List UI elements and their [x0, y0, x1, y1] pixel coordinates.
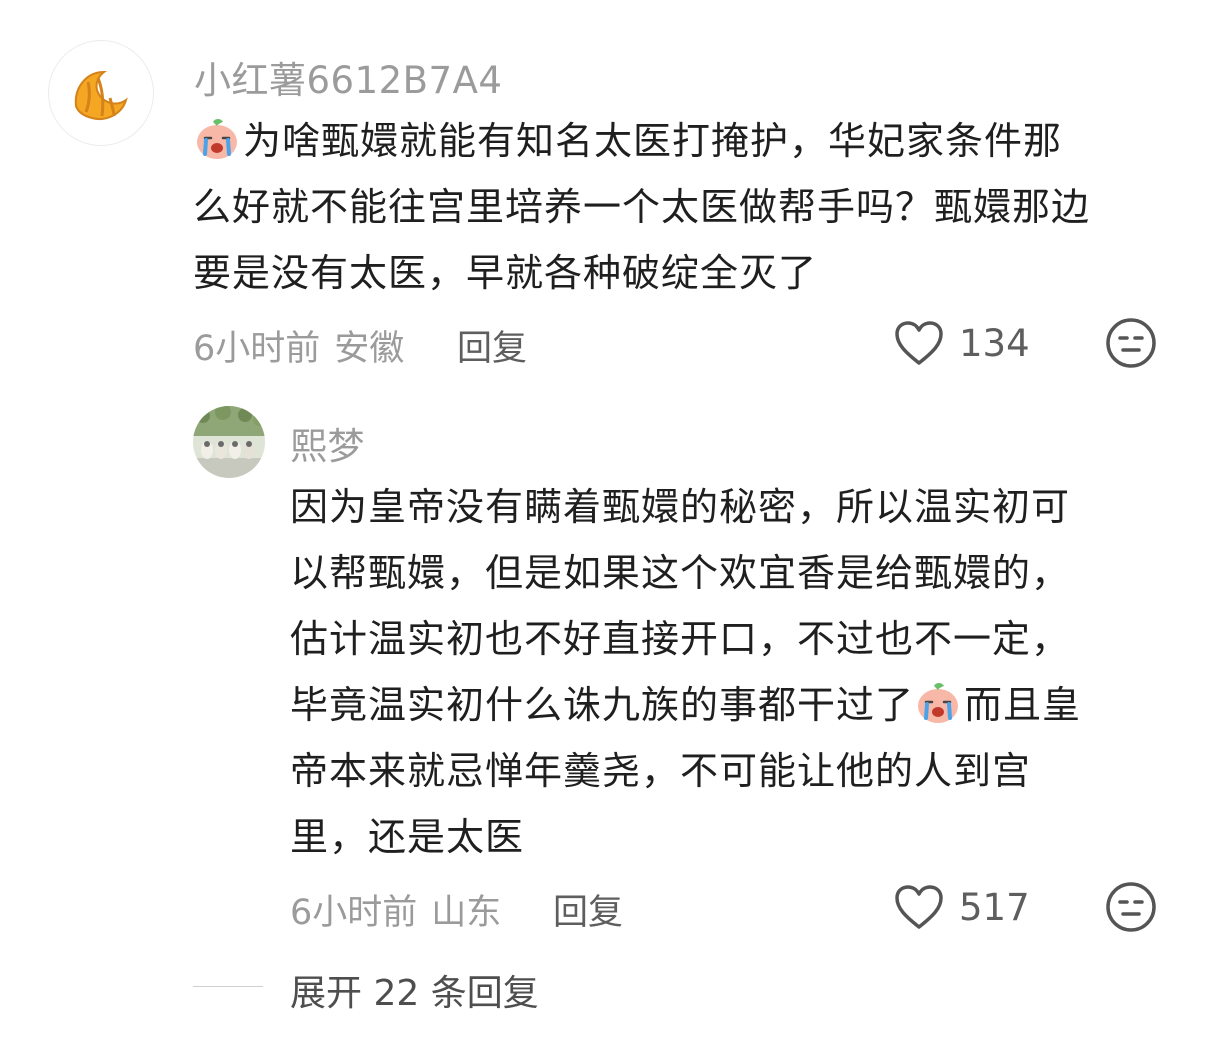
comment-line: 为啥甄嬛就能有知名太医打掩护，华妃家条件那 — [193, 108, 1090, 174]
location: 山东 — [431, 893, 502, 933]
reply-line-text: 而且皇 — [964, 683, 1082, 727]
reply-line-text: 毕竟温实初什么诛九族的事都干过了 — [290, 683, 915, 727]
comment-line: 要是没有太医，早就各种破绽全灭了 — [193, 251, 818, 295]
reply-line: 估计温实初也不好直接开口，不过也不一定， — [290, 617, 1071, 661]
like-count: 517 — [959, 885, 1030, 929]
like-count: 134 — [959, 321, 1030, 365]
meh-face-icon[interactable] — [1105, 881, 1157, 933]
meh-face-icon[interactable] — [1105, 317, 1157, 369]
reply-username[interactable]: 熙梦 — [290, 416, 365, 470]
croissant-icon — [74, 70, 128, 120]
heart-icon — [895, 885, 943, 929]
timestamp: 6小时前 — [193, 329, 321, 369]
reply-line: 帝本来就忌惮年羹尧，不可能让他的人到宫 — [290, 749, 1032, 793]
reply-line: 因为皇帝没有瞒着甄嬛的秘密，所以温实初可 — [290, 485, 1071, 529]
comment-line: 么好就不能往宫里培养一个太医做帮手吗？甄嬛那边 — [193, 185, 1091, 229]
divider — [193, 986, 263, 987]
crying-peach-emoji-icon — [918, 683, 959, 723]
reply-avatar[interactable] — [193, 406, 265, 478]
like-button[interactable]: 517 — [893, 882, 1030, 932]
location: 安徽 — [334, 329, 405, 369]
comment-content: 为啥甄嬛就能有知名太医打掩护，华妃家条件那 么好就不能往宫里培养一个太医做帮手吗… — [193, 108, 1090, 306]
reply-meta: 6小时前 山东 — [290, 884, 501, 935]
cats-photo-avatar — [193, 406, 265, 478]
avatar[interactable] — [48, 40, 154, 146]
timestamp: 6小时前 — [290, 893, 418, 933]
reply-content: 因为皇帝没有瞒着甄嬛的秘密，所以温实初可 以帮甄嬛，但是如果这个欢宜香是给甄嬛的… — [290, 474, 1081, 870]
comment-line-text: 为啥甄嬛就能有知名太医打掩护，华妃家条件那 — [243, 119, 1063, 163]
comment-meta: 6小时前 安徽 — [193, 320, 404, 371]
crying-peach-emoji-icon — [197, 119, 237, 159]
expand-replies-button[interactable]: 展开 22 条回复 — [290, 964, 539, 1016]
reply-line: 以帮甄嬛，但是如果这个欢宜香是给甄嬛的， — [290, 551, 1071, 595]
comment-username[interactable]: 小红薯6612B7A4 — [194, 50, 502, 104]
heart-icon — [895, 321, 943, 365]
like-button[interactable]: 134 — [893, 318, 1030, 368]
reply-line: 里，还是太医 — [290, 815, 525, 859]
reply-button[interactable]: 回复 — [553, 884, 623, 935]
reply-button[interactable]: 回复 — [457, 320, 527, 371]
reply-line: 毕竟温实初什么诛九族的事都干过了 而且皇 — [290, 672, 1081, 738]
